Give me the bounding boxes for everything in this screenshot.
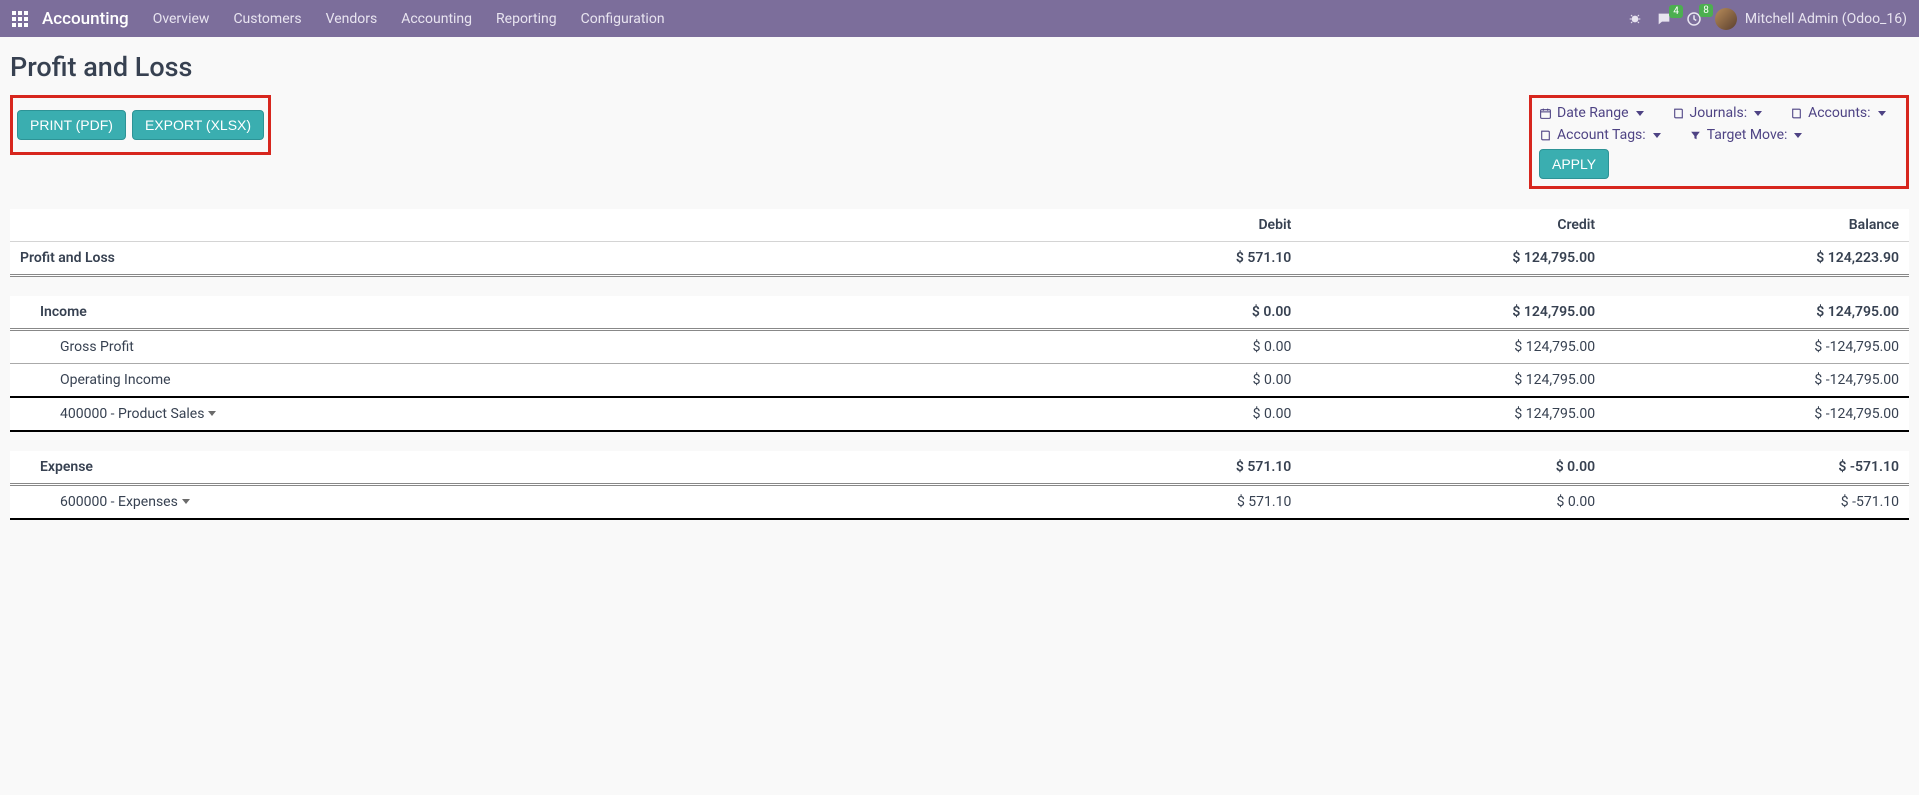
caret-down-icon bbox=[1754, 111, 1762, 116]
cell-balance: $ -571.10 bbox=[1605, 451, 1909, 485]
header-credit: Credit bbox=[1301, 209, 1605, 242]
avatar bbox=[1715, 8, 1737, 30]
cell-credit: $ 0.00 bbox=[1301, 451, 1605, 485]
cell-debit: $ 571.10 bbox=[997, 451, 1301, 485]
toolbar: PRINT (PDF) EXPORT (XLSX) Date Range Jou… bbox=[10, 95, 1909, 189]
filter-target-move[interactable]: Target Move: bbox=[1689, 127, 1803, 143]
cell-debit: $ 0.00 bbox=[997, 397, 1301, 431]
header-debit: Debit bbox=[997, 209, 1301, 242]
cell-balance: $ -571.10 bbox=[1605, 484, 1909, 519]
row-product-sales[interactable]: 400000 - Product Sales $ 0.00 $ 124,795.… bbox=[10, 397, 1909, 431]
cell-debit: $ 571.10 bbox=[997, 242, 1301, 276]
row-expense[interactable]: Expense $ 571.10 $ 0.00 $ -571.10 bbox=[10, 451, 1909, 485]
header-name bbox=[10, 209, 997, 242]
caret-down-icon bbox=[1794, 133, 1802, 138]
row-gross-profit[interactable]: Gross Profit $ 0.00 $ 124,795.00 $ -124,… bbox=[10, 329, 1909, 363]
row-profit-and-loss[interactable]: Profit and Loss $ 571.10 $ 124,795.00 $ … bbox=[10, 242, 1909, 276]
user-menu[interactable]: Mitchell Admin (Odoo_16) bbox=[1715, 8, 1907, 30]
caret-down-icon bbox=[208, 411, 216, 416]
cell-debit: $ 571.10 bbox=[997, 484, 1301, 519]
nav-left: Accounting Overview Customers Vendors Ac… bbox=[12, 9, 665, 29]
nav-link-vendors[interactable]: Vendors bbox=[326, 11, 378, 27]
activities-icon[interactable]: 8 bbox=[1685, 10, 1703, 28]
caret-down-icon bbox=[1653, 133, 1661, 138]
filter-icon bbox=[1689, 129, 1702, 142]
page-title: Profit and Loss bbox=[10, 51, 1909, 83]
cell-name: Gross Profit bbox=[10, 329, 997, 363]
cell-credit: $ 0.00 bbox=[1301, 484, 1605, 519]
header-balance: Balance bbox=[1605, 209, 1909, 242]
navbar: Accounting Overview Customers Vendors Ac… bbox=[0, 0, 1919, 37]
cell-debit: $ 0.00 bbox=[997, 363, 1301, 397]
spacer-row bbox=[10, 276, 1909, 296]
export-buttons-group: PRINT (PDF) EXPORT (XLSX) bbox=[10, 95, 271, 155]
book-icon bbox=[1672, 107, 1685, 120]
nav-link-configuration[interactable]: Configuration bbox=[581, 11, 665, 27]
report-table: Debit Credit Balance Profit and Loss $ 5… bbox=[10, 209, 1909, 520]
nav-links: Overview Customers Vendors Accounting Re… bbox=[153, 11, 665, 27]
filter-account-tags[interactable]: Account Tags: bbox=[1539, 127, 1661, 143]
filter-journals[interactable]: Journals: bbox=[1672, 105, 1763, 121]
cell-balance: $ 124,223.90 bbox=[1605, 242, 1909, 276]
export-xlsx-button[interactable]: EXPORT (XLSX) bbox=[132, 110, 264, 140]
cell-credit: $ 124,795.00 bbox=[1301, 329, 1605, 363]
cell-credit: $ 124,795.00 bbox=[1301, 363, 1605, 397]
main-content: Profit and Loss PRINT (PDF) EXPORT (XLSX… bbox=[0, 37, 1919, 530]
app-name[interactable]: Accounting bbox=[42, 9, 129, 29]
filter-journals-label: Journals: bbox=[1690, 105, 1748, 121]
row-income[interactable]: Income $ 0.00 $ 124,795.00 $ 124,795.00 bbox=[10, 296, 1909, 330]
filter-date-range[interactable]: Date Range bbox=[1539, 105, 1644, 121]
caret-down-icon bbox=[182, 499, 190, 504]
bug-icon[interactable] bbox=[1627, 11, 1643, 27]
table-header-row: Debit Credit Balance bbox=[10, 209, 1909, 242]
cell-credit: $ 124,795.00 bbox=[1301, 242, 1605, 276]
activities-badge: 8 bbox=[1699, 4, 1713, 17]
messages-badge: 4 bbox=[1669, 5, 1683, 18]
nav-link-overview[interactable]: Overview bbox=[153, 11, 210, 27]
row-operating-income[interactable]: Operating Income $ 0.00 $ 124,795.00 $ -… bbox=[10, 363, 1909, 397]
account-label: 600000 - Expenses bbox=[60, 494, 178, 510]
cell-debit: $ 0.00 bbox=[997, 296, 1301, 330]
cell-balance: $ 124,795.00 bbox=[1605, 296, 1909, 330]
filter-date-range-label: Date Range bbox=[1557, 105, 1629, 121]
cell-credit: $ 124,795.00 bbox=[1301, 296, 1605, 330]
filter-accounts-label: Accounts: bbox=[1808, 105, 1870, 121]
cell-name: Income bbox=[10, 296, 997, 330]
caret-down-icon bbox=[1878, 111, 1886, 116]
nav-right: 4 8 Mitchell Admin (Odoo_16) bbox=[1627, 8, 1907, 30]
calendar-icon bbox=[1539, 107, 1552, 120]
cell-balance: $ -124,795.00 bbox=[1605, 397, 1909, 431]
spacer-row bbox=[10, 431, 1909, 451]
filter-accounts[interactable]: Accounts: bbox=[1790, 105, 1885, 121]
caret-down-icon bbox=[1636, 111, 1644, 116]
account-label: 400000 - Product Sales bbox=[60, 406, 204, 422]
cell-credit: $ 124,795.00 bbox=[1301, 397, 1605, 431]
user-label: Mitchell Admin (Odoo_16) bbox=[1745, 11, 1907, 27]
cell-name: Expense bbox=[10, 451, 997, 485]
apply-button[interactable]: APPLY bbox=[1539, 149, 1609, 179]
nav-link-customers[interactable]: Customers bbox=[233, 11, 301, 27]
book-icon bbox=[1790, 107, 1803, 120]
cell-name: Operating Income bbox=[10, 363, 997, 397]
filter-target-move-label: Target Move: bbox=[1707, 127, 1788, 143]
row-expenses-account[interactable]: 600000 - Expenses $ 571.10 $ 0.00 $ -571… bbox=[10, 484, 1909, 519]
filters-group: Date Range Journals: Accounts: Account T… bbox=[1529, 95, 1909, 189]
cell-name: 400000 - Product Sales bbox=[10, 397, 997, 431]
cell-balance: $ -124,795.00 bbox=[1605, 329, 1909, 363]
nav-link-accounting[interactable]: Accounting bbox=[401, 11, 472, 27]
filter-account-tags-label: Account Tags: bbox=[1557, 127, 1646, 143]
cell-name: 600000 - Expenses bbox=[10, 484, 997, 519]
cell-name: Profit and Loss bbox=[10, 242, 997, 276]
cell-debit: $ 0.00 bbox=[997, 329, 1301, 363]
book-icon bbox=[1539, 129, 1552, 142]
nav-link-reporting[interactable]: Reporting bbox=[496, 11, 557, 27]
print-pdf-button[interactable]: PRINT (PDF) bbox=[17, 110, 126, 140]
messages-icon[interactable]: 4 bbox=[1655, 11, 1673, 27]
cell-balance: $ -124,795.00 bbox=[1605, 363, 1909, 397]
apps-icon[interactable] bbox=[12, 11, 28, 27]
